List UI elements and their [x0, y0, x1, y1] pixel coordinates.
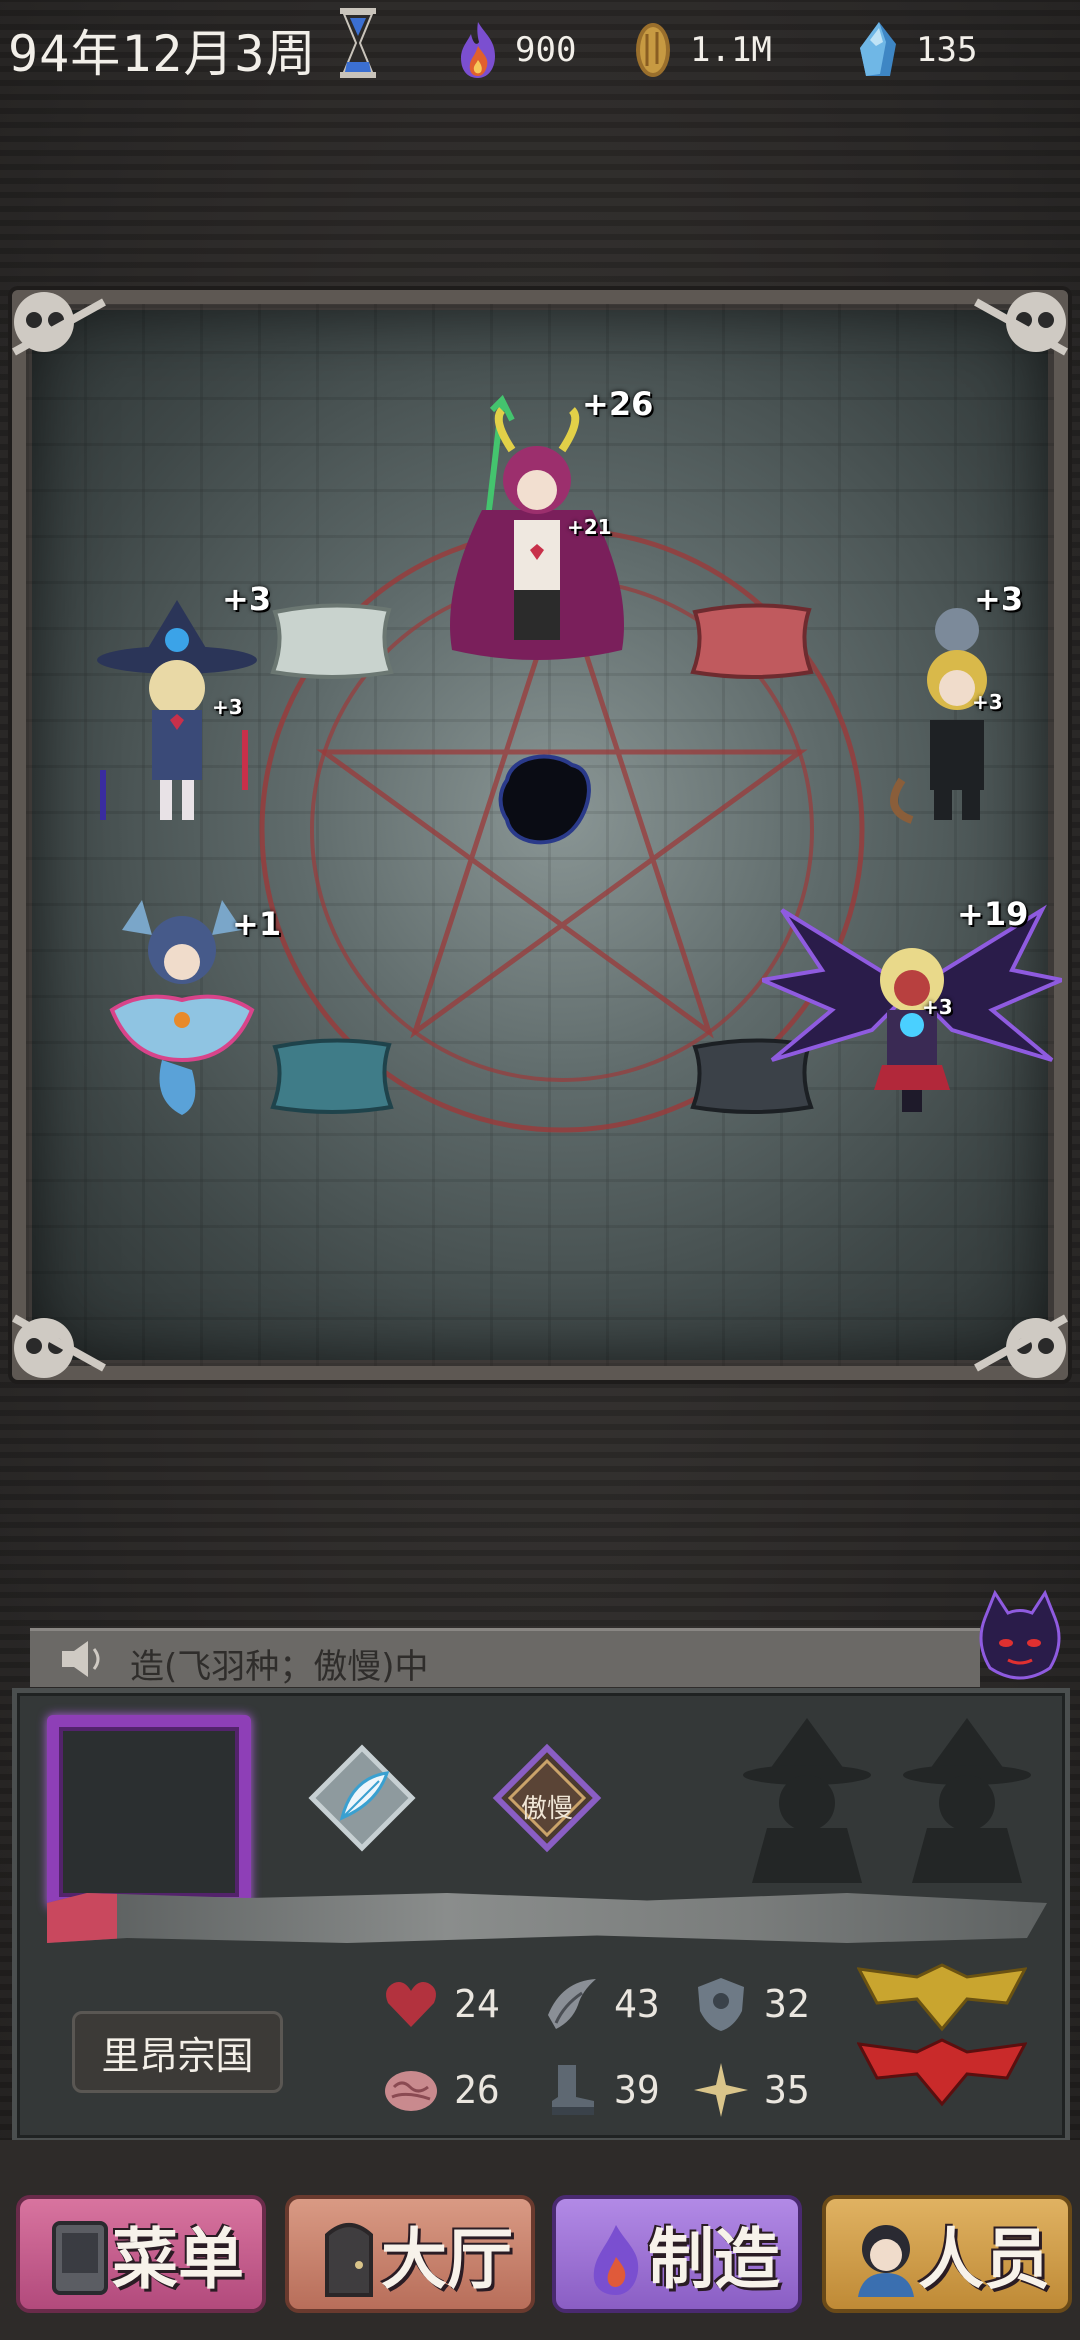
unit-bonus: +3 [974, 580, 1024, 618]
shield-icon [698, 1978, 744, 2031]
speaker-icon [62, 1641, 100, 1677]
unit-bonus: +3 [222, 580, 272, 618]
summon-arena: +3 +3 +26 +21 +3 +3 +1 +19 +3 [12, 290, 1069, 1380]
unit-ghost-maiden[interactable]: +1 [82, 890, 282, 1130]
unit-small-bonus: +3 [922, 995, 953, 1019]
unit-witch-girl[interactable]: +3 +3 [92, 580, 271, 840]
wing-emblem-red[interactable] [857, 2038, 1027, 2108]
skull-ornament-icon [974, 1314, 1068, 1378]
country-label[interactable]: 里昂宗国 [72, 2011, 283, 2093]
unit-bonus: +1 [232, 905, 282, 943]
stat-speed: 39 [542, 2061, 660, 2119]
stat-luck: 35 [692, 2061, 810, 2119]
brain-icon [385, 2071, 437, 2111]
feather-race-icon[interactable] [307, 1743, 417, 1853]
flame-resource: 900 [455, 20, 576, 80]
door-icon [325, 2223, 373, 2297]
unit-suited-boy[interactable]: +3 +3 [872, 580, 1042, 840]
nav-menu-button[interactable]: 菜单 [16, 2195, 266, 2313]
hourglass-icon[interactable] [338, 6, 378, 80]
heart-icon [386, 1982, 436, 2027]
unit-winged-demon[interactable]: +19 +3 [754, 895, 1069, 1130]
wing-emblem-gold[interactable] [857, 1963, 1027, 2033]
flame-value: 900 [515, 30, 577, 70]
progress-fill [47, 1893, 117, 1943]
skull-ornament-icon [974, 292, 1068, 356]
craft-icon [593, 2225, 639, 2295]
crystal-value: 135 [916, 30, 978, 70]
phone-icon [52, 2221, 108, 2295]
trait-pride-label: 傲慢 [520, 1794, 573, 1824]
crystal-resource: 135 [856, 20, 977, 80]
stat-intellect: 26 [382, 2061, 500, 2119]
nav-craft-button[interactable]: 制造 [552, 2195, 802, 2313]
nav-hall-label: 大厅 [381, 2221, 513, 2298]
portrait-slot[interactable] [47, 1715, 251, 1909]
progress-bar [47, 1893, 1047, 1943]
pillow-teal[interactable] [267, 1035, 397, 1115]
coin-icon [636, 23, 670, 77]
coin-value: 1.1M [690, 30, 772, 70]
boot-icon [552, 2065, 594, 2115]
pillow-red[interactable] [687, 600, 817, 680]
stat-value: 24 [454, 1982, 500, 2026]
unit-horned-mage[interactable]: +26 +21 [422, 385, 653, 680]
stat-attack: 43 [542, 1975, 660, 2033]
skull-ornament-icon [12, 1314, 106, 1378]
game-date: 94年12月3周 [8, 25, 317, 83]
nav-staff-button[interactable]: 人员 [822, 2195, 1072, 2313]
unit-bonus: +26 [582, 385, 654, 423]
top-bar: 94年12月3周 900 1.1M 135 [0, 0, 1080, 90]
sparkle-icon [694, 2063, 748, 2117]
unit-small-bonus: +3 [972, 690, 1003, 714]
suited-boy-sprite [890, 608, 987, 824]
person-icon [858, 2225, 914, 2297]
nav-hall-button[interactable]: 大厅 [285, 2195, 535, 2313]
coin-resource: 1.1M [630, 20, 772, 80]
stat-value: 32 [764, 1982, 810, 2026]
horned-mage-sprite [450, 394, 624, 660]
demon-face-icon[interactable] [970, 1588, 1070, 1688]
locked-slot-silhouette[interactable] [897, 1713, 1037, 1883]
stat-value: 35 [764, 2068, 810, 2112]
crystal-icon [860, 22, 896, 76]
message-text: 造(飞羽种；傲慢)中 [130, 1647, 429, 1687]
stat-value: 26 [454, 2068, 500, 2112]
bottom-nav: 菜单 大厅 制造 人员 [0, 2140, 1080, 2340]
skull-ornament-icon [12, 292, 106, 356]
claw-icon [548, 1979, 596, 2029]
flame-icon [461, 22, 495, 78]
stat-health: 24 [382, 1975, 500, 2033]
stat-value: 43 [614, 1982, 660, 2026]
stat-value: 39 [614, 2068, 660, 2112]
message-bar[interactable]: 造(飞羽种；傲慢)中 [30, 1628, 980, 1687]
nav-craft-label: 制造 [648, 2221, 780, 2298]
winged-demon-sprite [754, 904, 1069, 1112]
unit-small-bonus: +3 [212, 695, 243, 719]
nav-staff-label: 人员 [918, 2221, 1050, 2298]
nav-menu-label: 菜单 [112, 2221, 244, 2298]
stat-defense: 32 [692, 1975, 810, 2033]
unit-info-panel: 傲慢 里昂宗国 24 43 32 26 39 35 [12, 1688, 1070, 2143]
shadow-blob [498, 754, 591, 845]
pillow-white[interactable] [267, 600, 397, 680]
locked-slot-silhouette[interactable] [737, 1713, 877, 1883]
unit-bonus: +19 [957, 895, 1029, 933]
unit-small-bonus: +21 [567, 515, 612, 539]
